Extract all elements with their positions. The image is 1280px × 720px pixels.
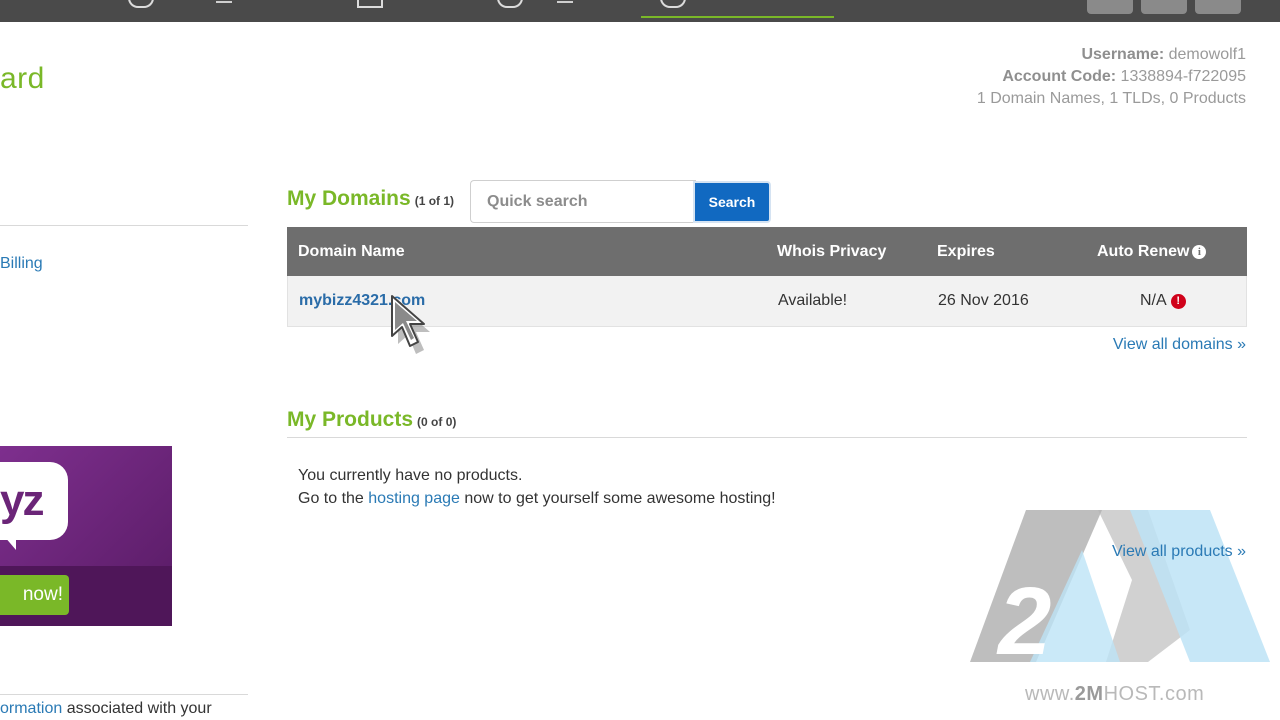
account-code-line: Account Code: 1338894-f722095 [977,66,1246,88]
products-empty-line2: Go to the hosting page now to get yourse… [298,487,776,510]
chat-bubble-tail [4,536,16,550]
top-nav-bar [0,0,1280,22]
column-expires[interactable]: Expires [937,227,995,276]
products-empty-suffix: now to get yourself some awesome hosting… [459,490,776,507]
nav-item-label [216,0,232,3]
products-empty-prefix: Go to the [298,490,369,507]
account-summary: 1 Domain Names, 1 TLDs, 0 Products [976,90,1246,107]
chat-bubble-logo: yz [0,462,68,540]
sidebar-divider [0,225,248,226]
promo-logo-text: yz [0,476,45,525]
account-code-value: 1338894-f722095 [1120,68,1246,85]
username-value: demowolf1 [1168,46,1246,63]
hosting-page-link[interactable]: hosting page [368,490,460,507]
watermark-url-bold: 2M [1074,683,1104,705]
nav-active-indicator [641,16,834,18]
domains-table-header: Domain Name Whois Privacy Expires Auto R… [287,227,1247,276]
my-products-count: (0 of 0) [417,415,457,429]
sidebar-info-suffix: associated with your [62,700,212,717]
promo-cta-button[interactable]: now! [0,575,69,615]
auto-renew-cell: N/A! [1140,276,1186,326]
products-divider [287,437,1247,438]
mouse-cursor-icon [391,295,430,354]
my-products-heading: My Products (0 of 0) [287,408,456,432]
whois-privacy-value: Available! [778,292,848,309]
sidebar-info-text: ormation associated with your [0,700,212,718]
alert-icon[interactable]: ! [1170,294,1186,309]
support-icon [497,0,523,8]
expires-value: 26 Nov 2016 [938,292,1029,309]
products-empty-line1: You currently have no products. [298,467,523,484]
username-line: Username: demowolf1 [977,44,1246,66]
youtube-icon[interactable] [1195,0,1241,14]
user-icon [660,0,686,8]
watermark-logo: 2 [970,510,1270,662]
my-domains-title: My Domains [287,187,411,210]
nav-item-hosting[interactable] [357,0,457,22]
my-domains-count: (1 of 1) [414,194,455,208]
watermark-url: www.2MHOST.com [1025,683,1204,706]
watermark-url-prefix: www. [1025,683,1075,705]
column-whois-privacy[interactable]: Whois Privacy [777,227,886,276]
nav-item-support[interactable] [497,0,617,22]
quick-search-input[interactable]: Quick search [470,180,696,223]
my-products-title: My Products [287,408,414,431]
twitter-icon[interactable] [1087,0,1133,14]
column-domain-name[interactable]: Domain Name [298,227,405,276]
promo-banner[interactable]: yz now! [0,446,172,626]
username-label: Username: [1081,46,1165,63]
nav-item-domains[interactable] [128,0,268,22]
column-auto-renew[interactable]: Auto Renew i [1097,227,1207,276]
sidebar-item-billing[interactable]: Billing [0,255,43,273]
view-all-domains-link[interactable]: View all domains » [1113,336,1246,354]
nav-item-account[interactable] [660,0,760,22]
my-domains-heading: My Domains (1 of 1) [287,187,454,211]
dashboard-screen: ard Username: demowolf1 Account Code: 13… [0,0,1280,720]
search-button[interactable]: Search [693,181,771,223]
account-code-label: Account Code: [1002,68,1117,85]
nav-item-label [557,0,573,3]
view-all-products-link[interactable]: View all products » [1112,543,1246,561]
watermark-url-suffix: HOST.com [1103,683,1205,705]
auto-renew-value: N/A [1140,292,1167,309]
products-empty-message: You currently have no products. Go to th… [298,464,776,510]
page-title: ard [0,62,45,95]
info-icon[interactable]: i [1192,245,1207,259]
globe-icon [128,0,154,8]
sidebar-info-link[interactable]: ormation [0,700,62,717]
server-icon [357,0,383,8]
watermark-digit: 2 [996,568,1051,662]
facebook-icon[interactable] [1141,0,1187,14]
column-auto-renew-label: Auto Renew [1097,243,1190,260]
sidebar-divider [0,694,248,695]
account-info: Username: demowolf1 Account Code: 133889… [977,44,1246,110]
